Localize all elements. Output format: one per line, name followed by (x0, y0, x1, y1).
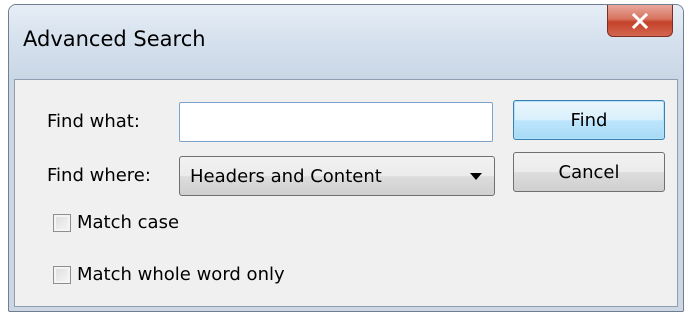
find-where-select[interactable]: Headers and Content (179, 156, 495, 196)
match-case-option[interactable]: Match case (53, 212, 179, 233)
find-where-value: Headers and Content (190, 166, 382, 187)
dialog-title: Advanced Search (23, 27, 206, 51)
find-what-input[interactable] (179, 102, 493, 142)
match-case-label[interactable]: Match case (77, 212, 179, 233)
cancel-button[interactable]: Cancel (513, 152, 665, 192)
match-whole-word-label[interactable]: Match whole word only (77, 264, 285, 285)
match-whole-word-checkbox[interactable] (53, 265, 71, 284)
advanced-search-dialog: Advanced Search Find what: Find where: H… (8, 4, 684, 312)
chevron-down-icon (470, 173, 482, 180)
match-case-checkbox[interactable] (53, 213, 71, 232)
close-icon (631, 12, 649, 29)
title-bar[interactable]: Advanced Search (9, 5, 683, 81)
match-whole-word-option[interactable]: Match whole word only (53, 264, 285, 285)
find-what-label: Find what: (47, 111, 140, 132)
find-where-label: Find where: (47, 165, 151, 186)
close-button[interactable] (607, 5, 673, 37)
dialog-body: Find what: Find where: Headers and Conte… (14, 79, 678, 307)
find-button[interactable]: Find (513, 100, 665, 140)
